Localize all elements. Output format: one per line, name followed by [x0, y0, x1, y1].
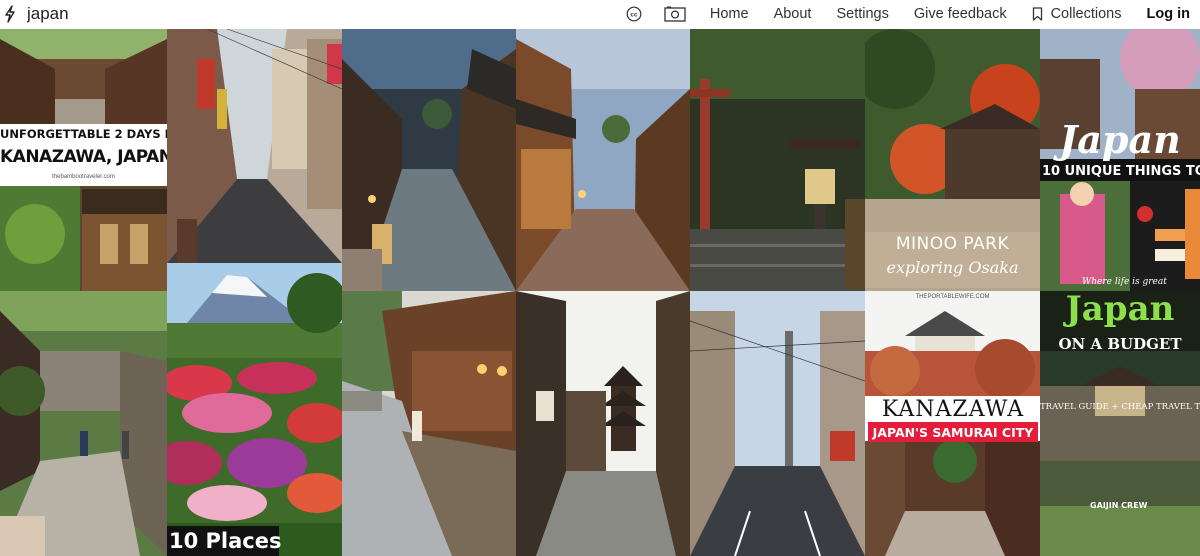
street-photo — [342, 291, 516, 556]
travel-pin-photo — [1040, 291, 1200, 556]
image-forest-shrine[interactable] — [690, 29, 865, 291]
nav-settings-link[interactable]: Settings — [836, 6, 888, 22]
collections-label: Collections — [1050, 6, 1122, 22]
tile-caption-line1: MINOO PARK — [895, 234, 1010, 254]
image-kyoto-dusk-street[interactable] — [342, 29, 516, 291]
image-fuji-azaleas[interactable] — [167, 263, 342, 523]
image-kyoto-wooden-street[interactable] — [516, 29, 690, 291]
cc-icon[interactable]: cc — [626, 6, 642, 22]
top-nav: cc Home About Settings Give feedback Col… — [626, 0, 1190, 28]
tile-subtitle: JAPAN'S SAMURAI CITY — [872, 425, 1034, 440]
tile-title: Japan — [1065, 291, 1175, 329]
village-photo — [0, 291, 167, 556]
camera-icon[interactable] — [664, 6, 686, 22]
tile-credit: thebambootraveler.com — [52, 174, 115, 180]
image-kanazawa-samurai[interactable]: THEPORTABLEWIFE.COM KANAZAWA JAPAN'S SAM… — [865, 291, 1040, 556]
street-photo — [342, 29, 516, 291]
image-yasaka-pagoda[interactable] — [516, 291, 690, 556]
tile-title: KANAZAWA — [881, 397, 1025, 422]
image-powerline-street[interactable] — [690, 291, 865, 556]
tile-caption-line2: KANAZAWA, JAPAN — [0, 147, 167, 167]
search-input[interactable] — [27, 4, 227, 24]
tile-subtitle: 10 UNIQUE THINGS TO D — [1042, 164, 1200, 179]
pagoda-photo — [516, 291, 690, 556]
tile-title: Japan — [1059, 117, 1181, 162]
image-kanazawa-2-days[interactable]: UNFORGETTABLE 2 DAYS IN KANAZAWA, JAPAN … — [0, 29, 167, 291]
nav-home-link[interactable]: Home — [710, 6, 749, 22]
image-japan-10-things[interactable]: Japan 10 UNIQUE THINGS TO D Where life i… — [1040, 29, 1200, 291]
image-village-path[interactable] — [0, 291, 167, 556]
svg-text:cc: cc — [630, 12, 638, 19]
image-gion-street[interactable] — [342, 291, 516, 556]
image-minoo-park[interactable]: MINOO PARK exploring Osaka — [865, 29, 1040, 291]
tile-caption-line1: UNFORGETTABLE 2 DAYS IN — [0, 127, 167, 141]
tile-caption-line2: exploring Osaka — [886, 258, 1019, 277]
fuji-photo — [167, 263, 342, 523]
image-shopping-street[interactable] — [167, 29, 342, 263]
nav-about-link[interactable]: About — [774, 6, 812, 22]
street-photo — [516, 29, 690, 291]
tile-caption: TRAVEL GUIDE + CHEAP TRAVEL TIPS — [1040, 402, 1200, 412]
street-photo — [167, 29, 342, 263]
image-japan-budget[interactable]: Japan ON A BUDGET TRAVEL GUIDE + CHEAP T… — [1040, 291, 1200, 556]
street-photo — [690, 291, 865, 556]
lightning-logo-icon[interactable] — [2, 4, 18, 24]
nav-feedback-link[interactable]: Give feedback — [914, 6, 1007, 22]
bookmark-icon — [1032, 7, 1042, 21]
tile-credit: THEPORTABLEWIFE.COM — [915, 294, 990, 300]
tile-credit: GAIJIN CREW — [1090, 501, 1148, 510]
nav-collections-link[interactable]: Collections — [1032, 6, 1122, 22]
login-link[interactable]: Log in — [1147, 6, 1191, 22]
shrine-photo — [690, 29, 865, 291]
search-bar[interactable] — [0, 4, 227, 24]
tile-title: 10 Places — [169, 529, 282, 553]
image-10-places[interactable]: 10 Places — [167, 523, 342, 556]
tile-caption: Where life is great — [1082, 277, 1167, 287]
tile-subtitle: ON A BUDGET — [1058, 335, 1182, 353]
top-bar: cc Home About Settings Give feedback Col… — [0, 0, 1200, 28]
